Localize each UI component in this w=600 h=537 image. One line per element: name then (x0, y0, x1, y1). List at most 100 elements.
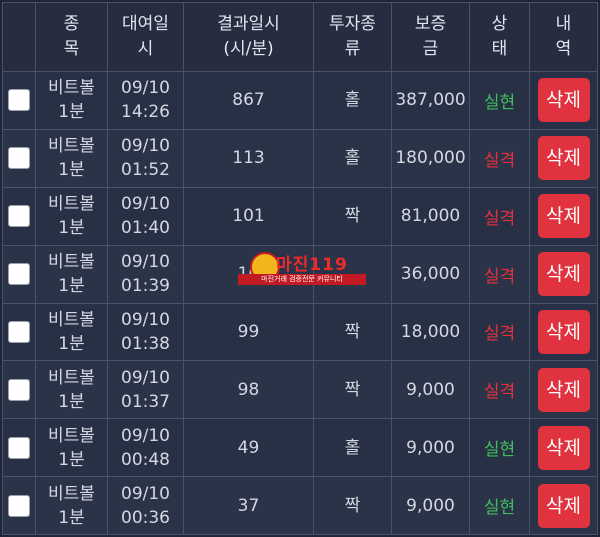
row-date: 09/10 14:26 (107, 71, 184, 130)
row-result: 37 (183, 476, 314, 535)
row-pick: 짝 (313, 186, 392, 246)
row-checkbox[interactable] (8, 205, 30, 228)
row-status: 실격 (483, 324, 516, 345)
header-result-time-line2: (시/분) (223, 39, 274, 59)
header-bet-time-line1: 대여일 (122, 14, 169, 34)
row-status: 실현 (483, 440, 516, 461)
row-amount: 9,000 (391, 476, 470, 535)
row-status: 실현 (483, 92, 516, 113)
row-result: 867 (183, 71, 314, 130)
row-date-day: 09/10 (121, 136, 170, 157)
row-amount: 81,000 (391, 186, 470, 246)
row-check-cell (2, 186, 36, 246)
header-bet-time-line2: 시 (137, 39, 154, 59)
delete-button[interactable]: 삭제 (537, 78, 590, 123)
row-action-cell: 삭제 (529, 302, 598, 362)
row-status-cell: 실현 (469, 71, 530, 130)
row-game: 비트볼 1분 (35, 128, 108, 188)
row-checkbox[interactable] (8, 436, 30, 459)
row-result: 101 (183, 186, 314, 246)
delete-button[interactable]: 삭제 (537, 252, 590, 297)
row-status: 실현 (483, 498, 516, 519)
row-pick: 홀 (313, 71, 392, 130)
header-pick-type-line2: 류 (344, 39, 361, 59)
row-status-cell: 실현 (469, 418, 530, 478)
row-date: 09/10 00:48 (107, 418, 184, 478)
header-result-time: 결과일시 (시/분) (183, 2, 314, 72)
row-check-cell (2, 302, 36, 362)
header-action: 내 역 (529, 2, 598, 72)
row-date-day: 09/10 (121, 194, 170, 215)
table-row: 비트볼 1분 09/10 01:40 101 짝 81,000 실격 삭제 (2, 186, 598, 246)
row-status: 실격 (483, 150, 516, 171)
header-game-line2: 목 (63, 39, 80, 59)
delete-button[interactable]: 삭제 (537, 194, 590, 239)
row-pick: 짝 (313, 360, 392, 420)
header-amount: 보증 금 (391, 2, 470, 72)
row-checkbox[interactable] (8, 263, 30, 286)
row-game: 비트볼 1분 (35, 71, 108, 130)
row-game-interval: 1분 (58, 276, 85, 297)
delete-button[interactable]: 삭제 (537, 136, 590, 181)
row-game-interval: 1분 (58, 333, 85, 354)
row-status-cell: 실격 (469, 128, 530, 188)
row-game-name: 비트볼 (48, 78, 95, 99)
row-date: 09/10 00:36 (107, 476, 184, 535)
row-result: 99 (183, 302, 314, 362)
row-checkbox[interactable] (8, 378, 30, 401)
row-amount: 9,000 (391, 418, 470, 478)
row-action-cell: 삭제 (529, 360, 598, 420)
row-action-cell: 삭제 (529, 186, 598, 246)
row-date: 09/10 01:38 (107, 302, 184, 362)
row-date-time: 00:36 (121, 507, 170, 528)
header-pick-type-line1: 투자종 (329, 14, 376, 34)
row-game-interval: 1분 (58, 160, 85, 181)
row-game-interval: 1분 (58, 391, 85, 412)
row-status: 실격 (483, 266, 516, 287)
row-date-time: 01:37 (121, 391, 170, 412)
header-amount-line2: 금 (422, 39, 439, 59)
row-checkbox[interactable] (8, 494, 30, 517)
row-action-cell: 삭제 (529, 476, 598, 535)
row-result: 98 (183, 360, 314, 420)
header-amount-line1: 보증 (414, 14, 447, 34)
row-date: 09/10 01:40 (107, 186, 184, 246)
header-pick-type: 투자종 류 (313, 2, 392, 72)
header-status: 상 태 (469, 2, 530, 72)
delete-button[interactable]: 삭제 (537, 309, 590, 354)
row-check-cell (2, 418, 36, 478)
row-pick: 짝 (313, 476, 392, 535)
row-checkbox[interactable] (8, 320, 30, 343)
row-action-cell: 삭제 (529, 418, 598, 478)
row-status-cell: 실격 (469, 186, 530, 246)
row-amount: 387,000 (391, 71, 470, 130)
row-status-cell: 실격 (469, 360, 530, 420)
row-date: 09/10 01:39 (107, 244, 184, 304)
table-row: 비트볼 1분 09/10 00:48 49 홀 9,000 실현 삭제 (2, 418, 598, 478)
row-checkbox[interactable] (8, 89, 30, 112)
delete-button[interactable]: 삭제 (537, 425, 590, 470)
row-result: 49 (183, 418, 314, 478)
row-action-cell: 삭제 (529, 71, 598, 130)
header-action-line1: 내 (555, 14, 572, 34)
row-amount: 180,000 (391, 128, 470, 188)
row-date-day: 09/10 (121, 309, 170, 330)
row-checkbox[interactable] (8, 147, 30, 170)
row-game: 비트볼 1분 (35, 476, 108, 535)
row-date-day: 09/10 (121, 78, 170, 99)
row-amount: 36,000 (391, 244, 470, 304)
row-date-time: 01:39 (121, 276, 170, 297)
row-game: 비트볼 1분 (35, 186, 108, 246)
row-game-name: 비트볼 (48, 194, 95, 215)
row-check-cell (2, 476, 36, 535)
row-game-name: 비트볼 (48, 136, 95, 157)
row-date-day: 09/10 (121, 367, 170, 388)
row-status-cell: 실격 (469, 244, 530, 304)
table-row: 비트볼 1분 09/10 01:39 10 36,000 실격 삭제 (2, 244, 598, 304)
row-date-day: 09/10 (121, 483, 170, 504)
row-date-time: 01:40 (121, 218, 170, 239)
delete-button[interactable]: 삭제 (537, 483, 590, 528)
delete-button[interactable]: 삭제 (537, 367, 590, 412)
row-check-cell (2, 244, 36, 304)
table-row: 비트볼 1분 09/10 14:26 867 홀 387,000 실현 삭제 (2, 71, 598, 130)
